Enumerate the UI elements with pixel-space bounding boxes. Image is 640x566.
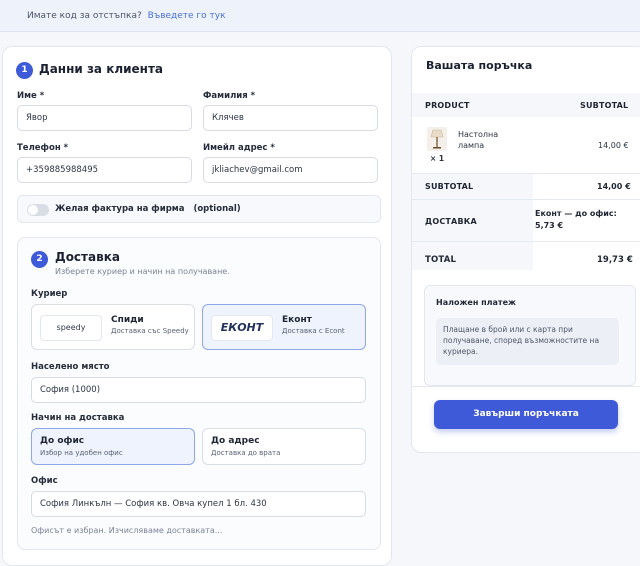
col-subtotal: SUBTOTAL <box>580 101 629 110</box>
method-desc: Избор на удобен офис <box>40 449 123 457</box>
place-label: Населено място <box>31 362 110 372</box>
payment-title: Наложен платеж <box>436 298 516 307</box>
place-order-button[interactable]: Завърши поръчката <box>434 400 618 429</box>
courier-desc: Доставка с Econt <box>282 327 345 335</box>
speedy-logo: speedy <box>40 315 102 341</box>
phone-input[interactable]: +359885988495 <box>17 157 192 183</box>
method-name: До офис <box>40 436 85 446</box>
divider <box>412 199 640 200</box>
col-product: PRODUCT <box>425 101 470 110</box>
invoice-toggle[interactable] <box>27 204 49 216</box>
delivery-subtitle: Изберете куриер и начин на получаване. <box>55 267 230 276</box>
first-name-label: Име * <box>17 91 45 101</box>
item-name: Настолна лампа <box>458 130 499 150</box>
coupon-link[interactable]: Въведете го тук <box>148 11 226 21</box>
order-summary-card: Вашата поръчка PRODUCT SUBTOTAL × 1 Наст… <box>411 46 640 453</box>
phone-label: Телефон * <box>17 143 69 153</box>
divider <box>412 386 640 387</box>
coupon-question: Имате код за отстъпка? <box>27 11 142 21</box>
step-2-badge: 2 <box>31 251 48 268</box>
method-address[interactable]: До адрес Доставка до врата <box>202 428 366 465</box>
coupon-bar: Имате код за отстъпка? Въведете го тук <box>0 0 640 32</box>
email-label: Имейл адрес * <box>203 143 275 153</box>
courier-option-speedy[interactable]: speedy Спиди Доставка със Speedy <box>31 304 195 350</box>
first-name-input[interactable]: Явор <box>17 105 192 131</box>
invoice-label: Желая фактура на фирма (optional) <box>55 204 241 214</box>
last-name-label: Фамилия * <box>203 91 256 101</box>
method-label: Начин на доставка <box>31 413 125 423</box>
total-label: TOTAL <box>425 255 457 265</box>
office-input[interactable]: София Линкълн — София кв. Овча купел 1 б… <box>31 491 366 517</box>
subtotal-label: SUBTOTAL <box>425 182 474 191</box>
method-name: До адрес <box>211 436 260 446</box>
delivery-section: 2 Доставка Изберете куриер и начин на по… <box>17 237 381 550</box>
divider <box>412 241 640 242</box>
customer-section-title: Данни за клиента <box>39 62 164 76</box>
office-label: Офис <box>31 476 58 486</box>
econt-logo: ЕКОНТ <box>211 315 273 341</box>
courier-name: Еконт <box>282 315 312 325</box>
total-value: 19,73 € <box>597 255 633 265</box>
delivery-section-title: Доставка <box>55 250 120 264</box>
payment-method-cod[interactable]: Наложен платеж Плащане в брой или с карт… <box>424 285 636 386</box>
lamp-thumbnail-icon <box>427 127 447 151</box>
invoice-row: Желая фактура на фирма (optional) <box>17 195 381 223</box>
item-qty: × 1 <box>430 154 445 163</box>
shipping-value: Еконт — до офис: 5,73 € <box>535 209 617 230</box>
method-desc: Доставка до врата <box>211 449 281 457</box>
order-title: Вашата поръчка <box>426 59 533 72</box>
last-name-input[interactable]: Клячев <box>203 105 378 131</box>
payment-info: Плащане в брой или с карта при получаван… <box>436 318 619 365</box>
courier-desc: Доставка със Speedy <box>111 327 189 335</box>
item-price: 14,00 € <box>598 141 629 150</box>
email-input[interactable]: jkliachev@gmail.com <box>203 157 378 183</box>
shipping-label: ДОСТАВКА <box>425 217 477 226</box>
place-input[interactable]: София (1000) <box>31 377 366 403</box>
customer-details-card: 1 Данни за клиента Име * Явор Фамилия * … <box>2 46 392 566</box>
courier-option-econt[interactable]: ЕКОНТ Еконт Доставка с Econt <box>202 304 366 350</box>
courier-label: Куриер <box>31 289 68 299</box>
method-office[interactable]: До офис Избор на удобен офис <box>31 428 195 465</box>
subtotal-value: 14,00 € <box>597 182 631 191</box>
courier-name: Спиди <box>111 315 144 325</box>
delivery-status: Офисът е избран. Изчисляваме доставката.… <box>31 526 223 535</box>
step-1-badge: 1 <box>16 62 33 79</box>
